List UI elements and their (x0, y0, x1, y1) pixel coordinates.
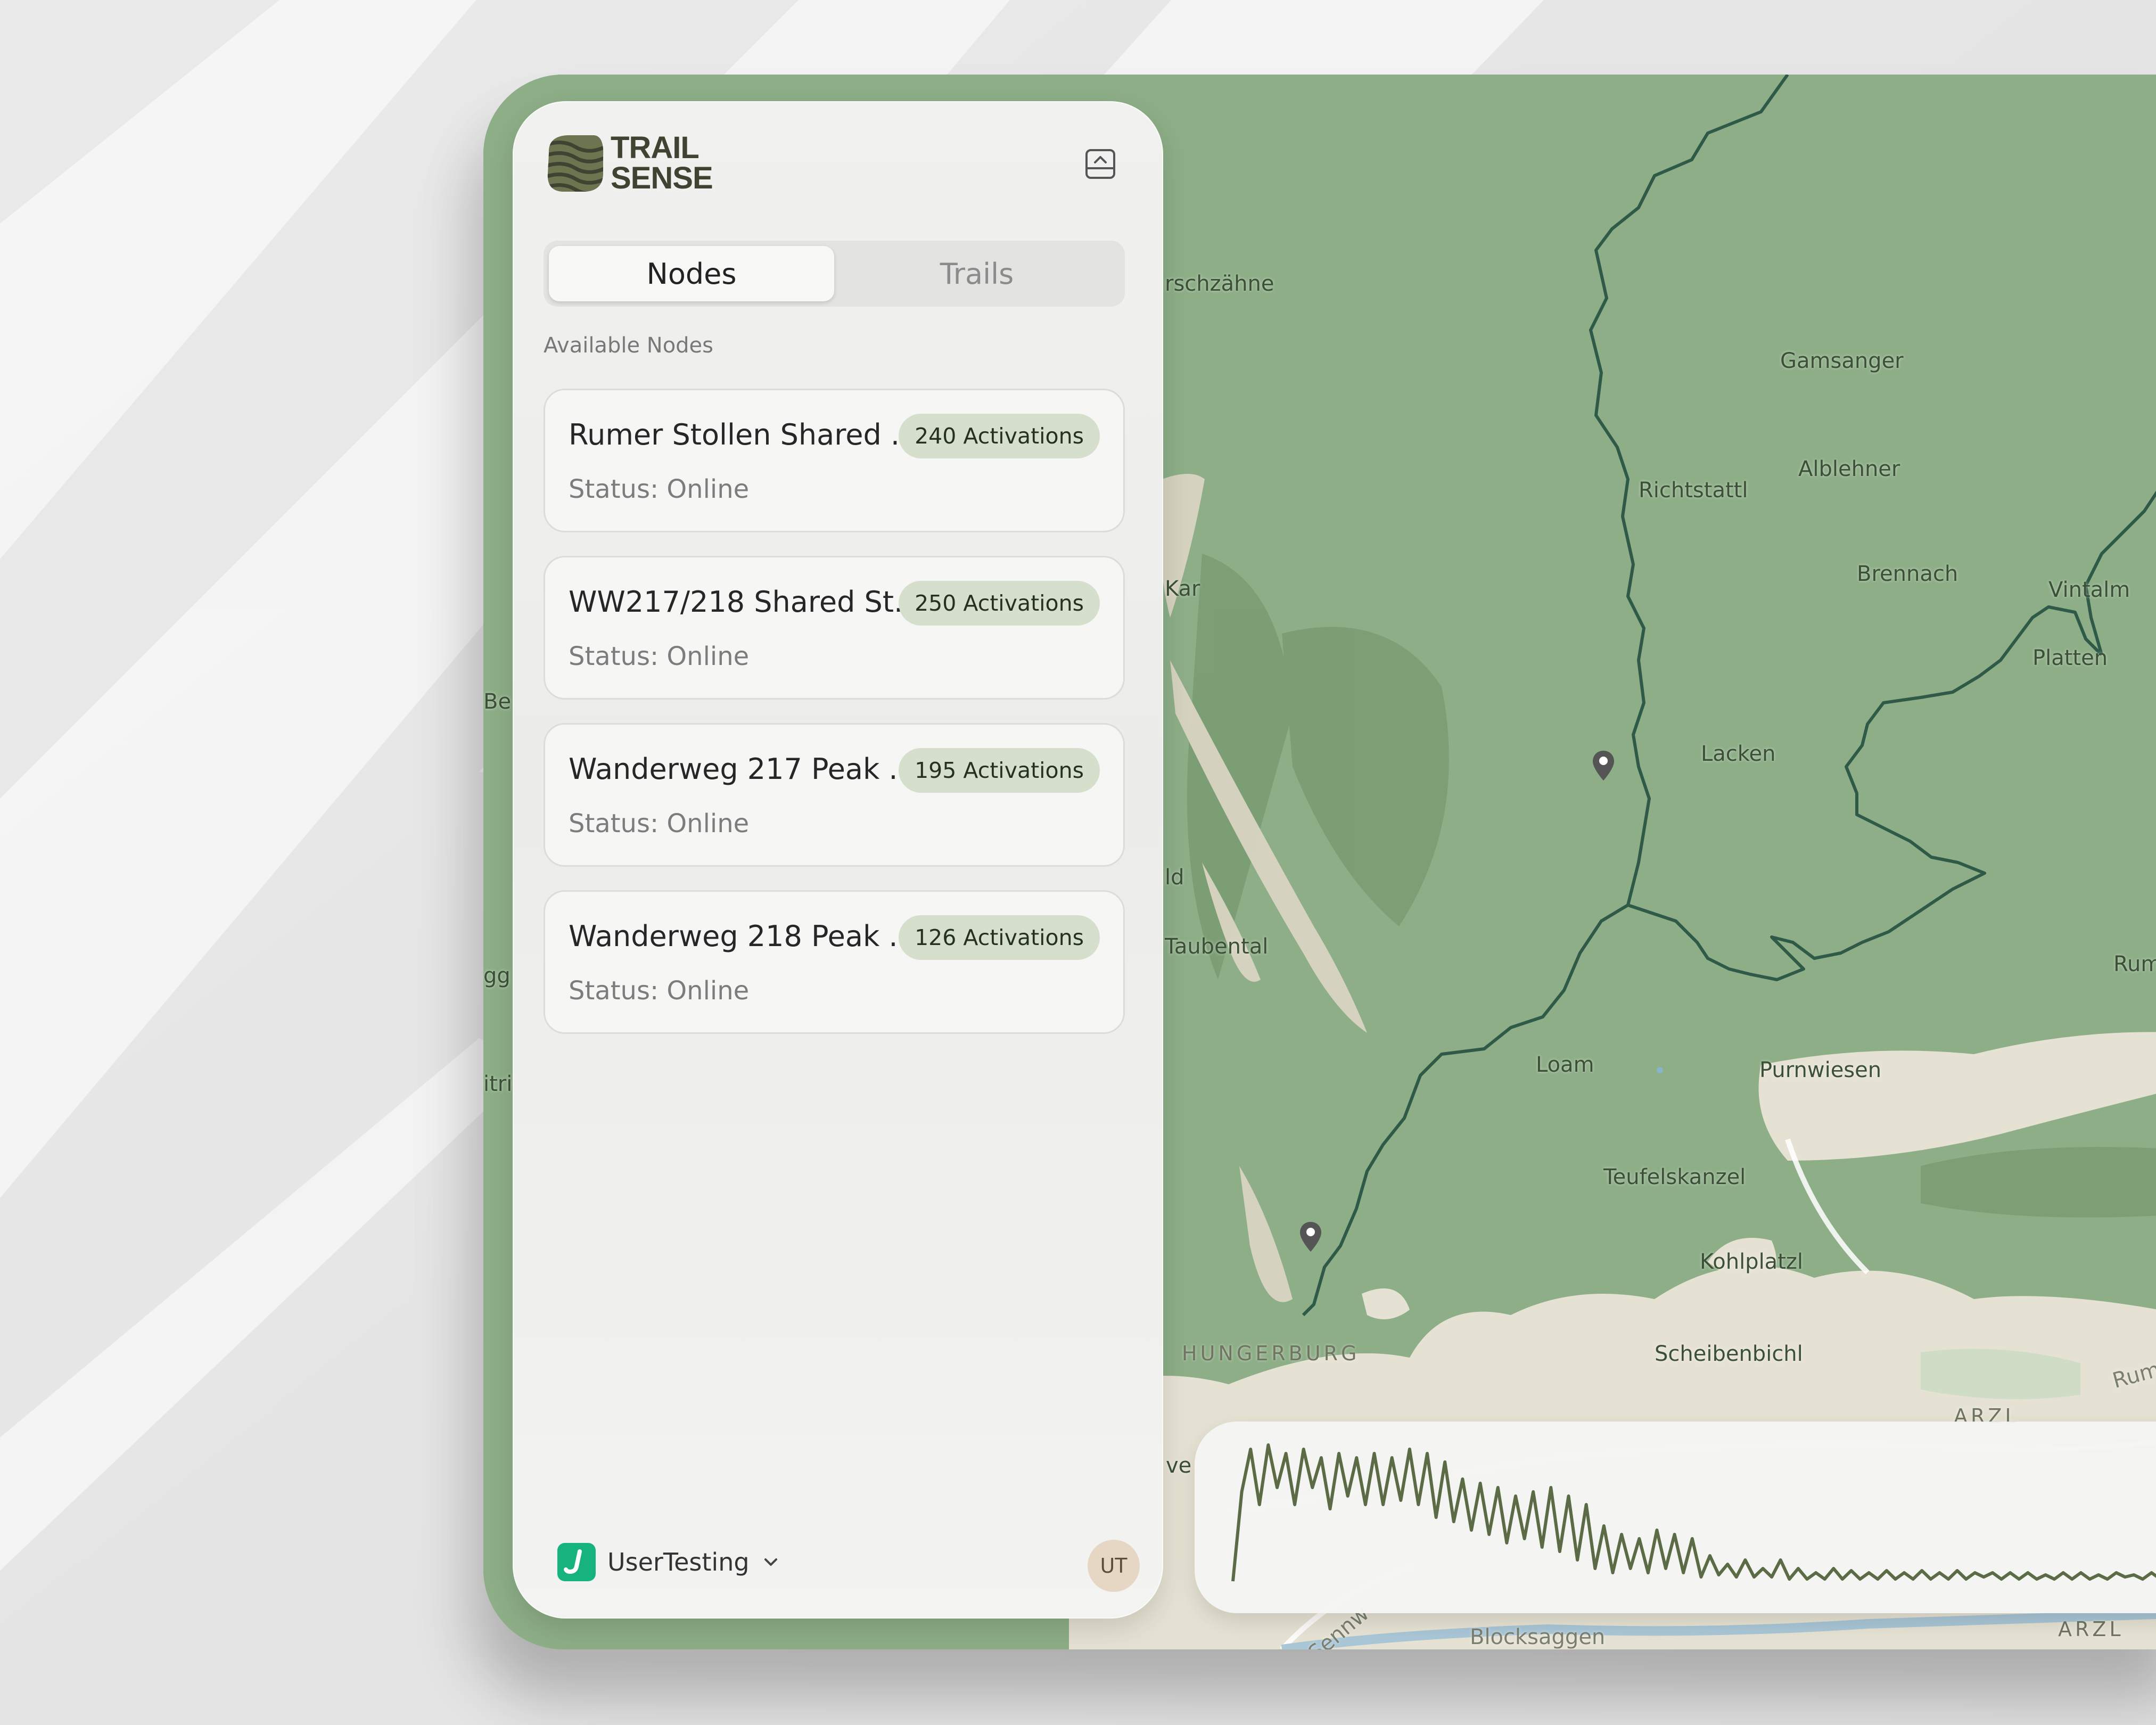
map-label-lacken: Lacken (1701, 742, 1776, 766)
node-card[interactable]: Rumer Stollen Shared ... 240 Activations… (544, 389, 1125, 532)
logo-text-line2: SENSE (611, 161, 713, 195)
map-label-platten: Platten (2032, 646, 2108, 670)
activity-chart-panel (1195, 1422, 2156, 1613)
node-status: Status: Online (569, 976, 750, 1006)
map-label-scheibenbichl: Scheibenbichl (1655, 1342, 1803, 1366)
node-card[interactable]: Wanderweg 218 Peak ... 126 Activations S… (544, 890, 1125, 1034)
activations-badge: 240 Activations (899, 414, 1100, 458)
user-avatar[interactable]: UT (1088, 1540, 1140, 1592)
workspace-switcher[interactable]: UserTesting (557, 1543, 780, 1581)
node-name: WW217/218 Shared St... (569, 585, 909, 619)
activity-series-line (1231, 1443, 2156, 1582)
map-label-teufelskanzel: Teufelskanzel (1603, 1165, 1746, 1189)
map-label-vintalm: Vintalm (2048, 578, 2130, 602)
panel-collapse-icon (1085, 149, 1115, 179)
map-pin-icon[interactable] (1299, 1221, 1322, 1253)
map-label-arzl-bottom: ARZL (2058, 1617, 2124, 1641)
chevron-down-icon (764, 1558, 777, 1566)
logo-text-line1: TRAIL (611, 130, 700, 166)
map-label-rschzahne: rschzähne (1165, 272, 1274, 296)
map-label-be: Be (483, 689, 512, 714)
node-status: Status: Online (569, 642, 750, 671)
topographic-logo-icon (547, 135, 604, 192)
node-card[interactable]: WW217/218 Shared St... 250 Activations S… (544, 556, 1125, 700)
node-name: Wanderweg 217 Peak ... (569, 752, 909, 786)
activations-badge: 126 Activations (899, 915, 1100, 960)
map-label-ve: ve (1166, 1453, 1192, 1478)
node-status: Status: Online (569, 474, 750, 504)
node-card[interactable]: Wanderweg 217 Peak ... 195 Activations S… (544, 723, 1125, 867)
map-label-taubental: Taubental (1165, 934, 1269, 959)
activity-line-chart (1231, 1443, 2156, 1582)
map-label-purnwiesen: Purnwiesen (1759, 1058, 1882, 1082)
map-label-kohlplatzl: Kohlplatzl (1700, 1250, 1803, 1274)
node-status: Status: Online (569, 809, 750, 839)
map-label-ld: ld (1165, 865, 1184, 890)
section-label: Available Nodes (544, 333, 714, 358)
activations-badge: 195 Activations (899, 748, 1100, 793)
map-label-brennach: Brennach (1857, 562, 1958, 586)
workspace-logo-icon (557, 1543, 596, 1581)
app-window: rschzähne Gamsanger Richtstattl Alblehne… (483, 75, 2156, 1649)
map-label-gg: gg (483, 964, 511, 988)
node-name: Wanderweg 218 Peak ... (569, 919, 909, 953)
map-label-alblehner: Alblehner (1798, 457, 1900, 481)
tab-nodes[interactable]: Nodes (549, 246, 834, 301)
workspace-name: UserTesting (607, 1548, 750, 1576)
map-label-kar: Kar (1165, 577, 1200, 601)
node-name: Rumer Stollen Shared ... (569, 418, 909, 451)
collapse-panel-button[interactable] (1083, 147, 1117, 181)
map-label-blocksaggen: Blocksaggen (1470, 1625, 1606, 1649)
map-label-itri: itri (483, 1072, 513, 1096)
map-label-loam: Loam (1536, 1053, 1594, 1077)
map-label-hungerburg: HUNGERBURG (1182, 1342, 1360, 1365)
node-list: Rumer Stollen Shared ... 240 Activations… (544, 389, 1125, 1057)
map-label-richtstattl: Richtstattl (1639, 478, 1748, 503)
trailsense-logo: TRAIL SENSE (544, 132, 713, 195)
tab-trails[interactable]: Trails (834, 246, 1120, 301)
sidebar-panel: TRAIL SENSE Nodes Trails Available Nodes… (513, 101, 1163, 1619)
activations-badge: 250 Activations (899, 581, 1100, 626)
tab-switcher: Nodes Trails (544, 241, 1125, 307)
map-label-rum-edge: Rum (2113, 952, 2156, 976)
map-pin-icon[interactable] (1592, 750, 1615, 782)
map-label-gamsanger: Gamsanger (1780, 349, 1904, 373)
